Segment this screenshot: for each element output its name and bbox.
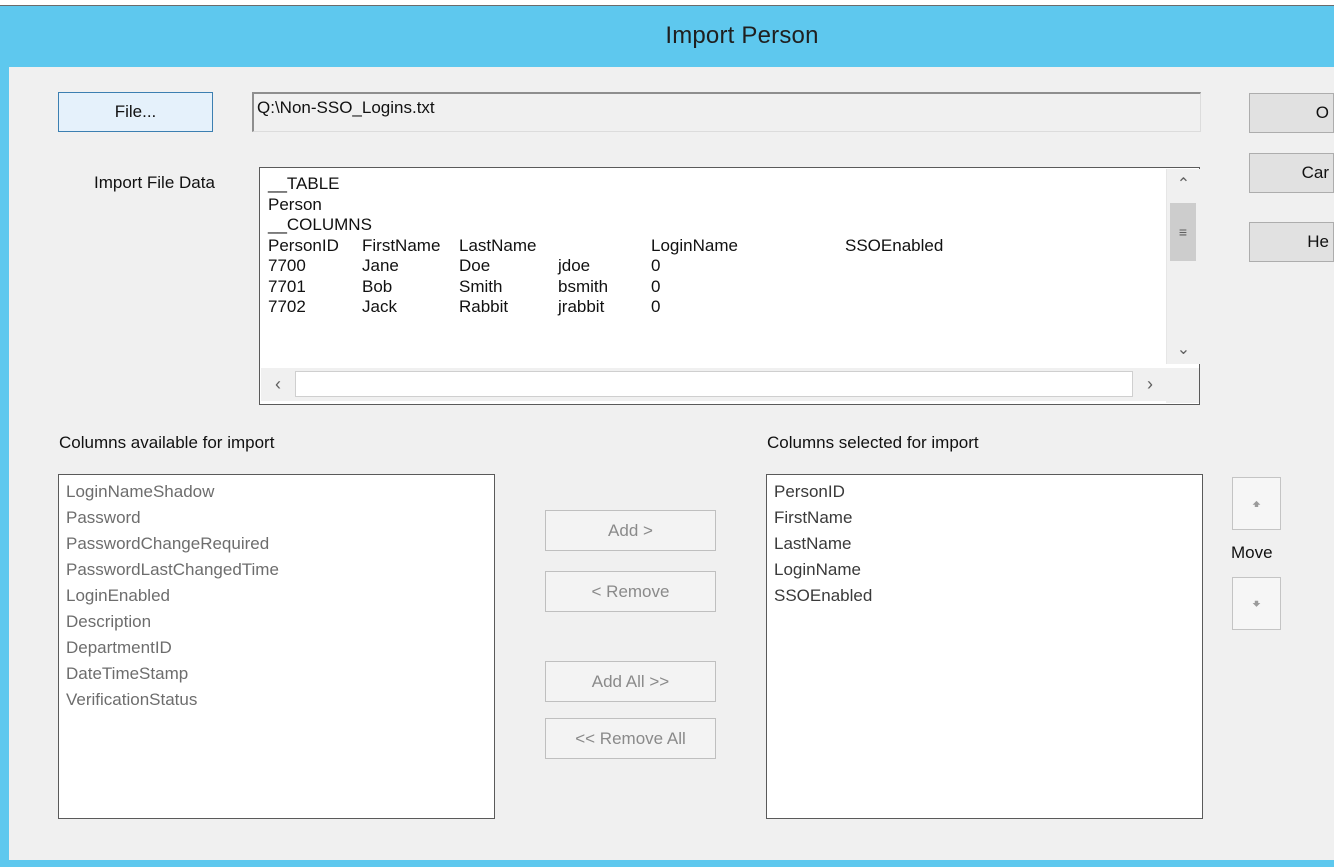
horizontal-scroll-thumb[interactable]: [295, 371, 1133, 397]
list-item[interactable]: PasswordLastChangedTime: [66, 560, 279, 580]
data-header-cell: FirstName: [362, 235, 441, 255]
data-cell: Jane: [362, 256, 399, 275]
list-item[interactable]: DateTimeStamp: [66, 664, 188, 684]
data-cell: Doe: [459, 256, 491, 275]
data-cell: Bob: [362, 276, 393, 296]
cancel-button[interactable]: Car: [1249, 153, 1334, 193]
list-item[interactable]: LoginNameShadow: [66, 482, 214, 502]
available-columns-list[interactable]: LoginNameShadow Password PasswordChangeR…: [58, 474, 495, 819]
data-cell: 0: [651, 276, 661, 296]
scroll-up-arrow-icon[interactable]: ⌃: [1167, 171, 1200, 199]
move-down-button[interactable]: 🠻: [1232, 577, 1281, 630]
move-label: Move: [1231, 543, 1273, 562]
data-cell: 7701: [268, 276, 306, 296]
data-header-cell: LastName: [459, 235, 537, 255]
file-path-field[interactable]: Q:\Non-SSO_Logins.txt: [252, 92, 1201, 132]
list-item[interactable]: PersonID: [774, 482, 845, 502]
scrollbar-corner: [1166, 368, 1199, 403]
add-all-button[interactable]: Add All >>: [545, 661, 716, 702]
import-file-data-text: __TABLE Person __COLUMNS PersonID FirstN…: [268, 174, 943, 318]
help-button[interactable]: He: [1249, 222, 1334, 262]
data-line-columns: __COLUMNS: [268, 215, 372, 234]
scroll-left-arrow-icon[interactable]: ‹: [261, 368, 295, 401]
vertical-scrollbar[interactable]: ⌃ ≡ ⌄: [1166, 169, 1200, 364]
list-item[interactable]: VerificationStatus: [66, 690, 197, 710]
vertical-scroll-thumb[interactable]: ≡: [1170, 203, 1196, 261]
data-header-cell: SSOEnabled: [845, 235, 944, 255]
data-cell: 7702: [268, 297, 306, 316]
data-header-row: PersonID FirstName LastName LoginName SS…: [268, 235, 943, 257]
scroll-right-arrow-icon[interactable]: ›: [1133, 368, 1167, 401]
available-columns-label: Columns available for import: [59, 433, 275, 452]
data-line-person: Person: [268, 194, 322, 214]
data-cell: 7700: [268, 256, 306, 275]
list-item[interactable]: Password: [66, 508, 141, 528]
remove-all-button[interactable]: << Remove All: [545, 718, 716, 759]
add-button[interactable]: Add >: [545, 510, 716, 551]
data-line-table: __TABLE: [268, 174, 340, 193]
data-cell: Rabbit: [459, 297, 509, 316]
list-item[interactable]: SSOEnabled: [774, 586, 872, 606]
list-item[interactable]: LastName: [774, 534, 851, 554]
data-cell: 0: [651, 256, 661, 275]
file-button[interactable]: File...: [58, 92, 213, 132]
arrow-down-icon: 🠻: [1251, 596, 1262, 613]
data-row: 7702 Jack Rabbit jrabbit 0: [268, 297, 660, 318]
data-header-cell: PersonID: [268, 235, 339, 255]
scroll-down-arrow-icon[interactable]: ⌄: [1167, 336, 1200, 364]
data-cell: Smith: [459, 276, 503, 296]
data-cell: Jack: [362, 297, 397, 316]
data-cell: jdoe: [558, 256, 591, 275]
import-file-data-label: Import File Data: [94, 173, 215, 192]
horizontal-scrollbar[interactable]: ‹ ›: [261, 368, 1166, 401]
data-cell: jrabbit: [558, 297, 605, 316]
list-item[interactable]: DepartmentID: [66, 638, 172, 658]
remove-button[interactable]: < Remove: [545, 571, 716, 612]
selected-columns-label: Columns selected for import: [767, 433, 979, 452]
data-cell: 0: [651, 297, 661, 316]
list-item[interactable]: Description: [66, 612, 151, 632]
list-item[interactable]: PasswordChangeRequired: [66, 534, 269, 554]
data-cell: bsmith: [558, 276, 609, 296]
ok-button[interactable]: O: [1249, 93, 1334, 133]
list-item[interactable]: LoginEnabled: [66, 586, 170, 606]
import-file-data-box[interactable]: __TABLE Person __COLUMNS PersonID FirstN…: [259, 167, 1200, 405]
window-title: Import Person: [665, 22, 819, 49]
move-up-button[interactable]: 🠹: [1232, 477, 1281, 530]
data-header-cell: LoginName: [651, 235, 738, 255]
arrow-up-icon: 🠹: [1251, 496, 1262, 513]
list-item[interactable]: FirstName: [774, 508, 852, 528]
selected-columns-list[interactable]: PersonID FirstName LastName LoginName SS…: [766, 474, 1203, 819]
list-item[interactable]: LoginName: [774, 560, 861, 580]
data-row: 7701 Bob Smith bsmith 0: [268, 276, 660, 298]
data-row: 7700 Jane Doe jdoe 0: [268, 256, 660, 277]
